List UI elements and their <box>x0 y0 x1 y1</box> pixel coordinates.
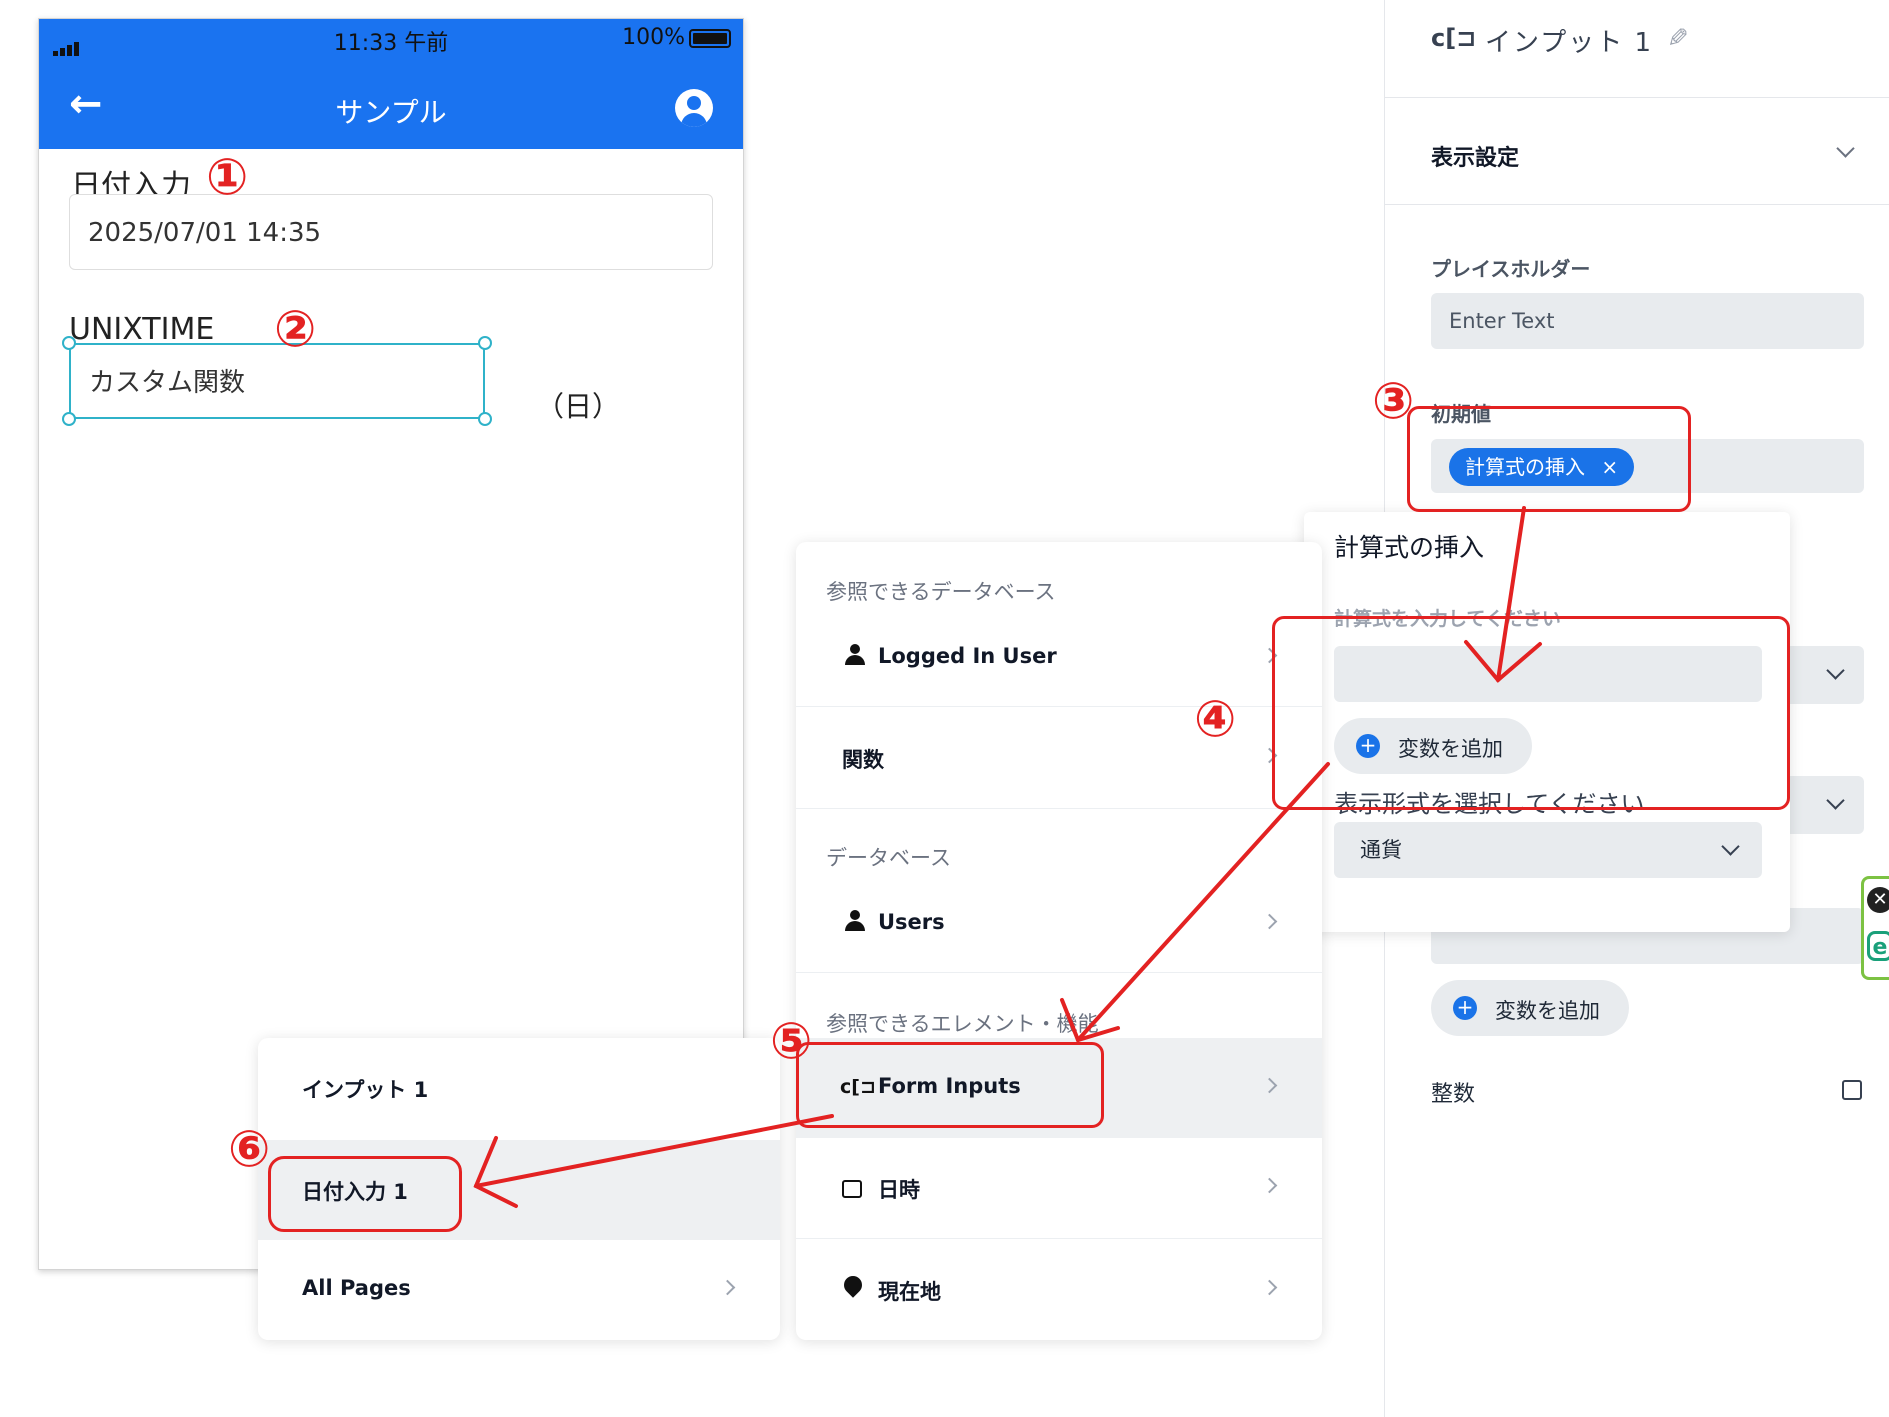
annotation-arrows <box>473 506 1542 1208</box>
arrow-4-to-5 <box>1076 762 1330 1042</box>
arrow-3-to-4 <box>1496 506 1526 682</box>
arrow-5-to-6 <box>474 1114 834 1188</box>
